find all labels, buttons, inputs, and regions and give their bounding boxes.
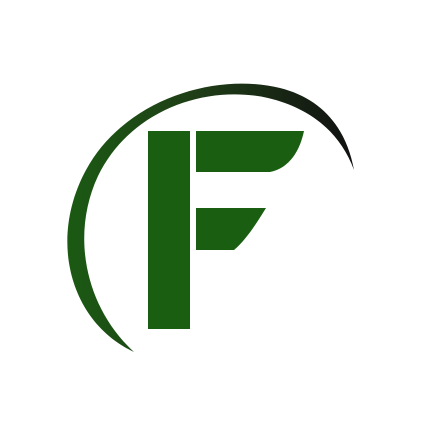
letter-f-middle-bar: [196, 208, 266, 250]
logo-canvas: [0, 0, 434, 434]
letter-f-top-bar: [196, 131, 304, 172]
letter-f-stem: [148, 131, 190, 329]
letter-f: [148, 131, 304, 329]
f-logo-mark: [67, 83, 355, 352]
